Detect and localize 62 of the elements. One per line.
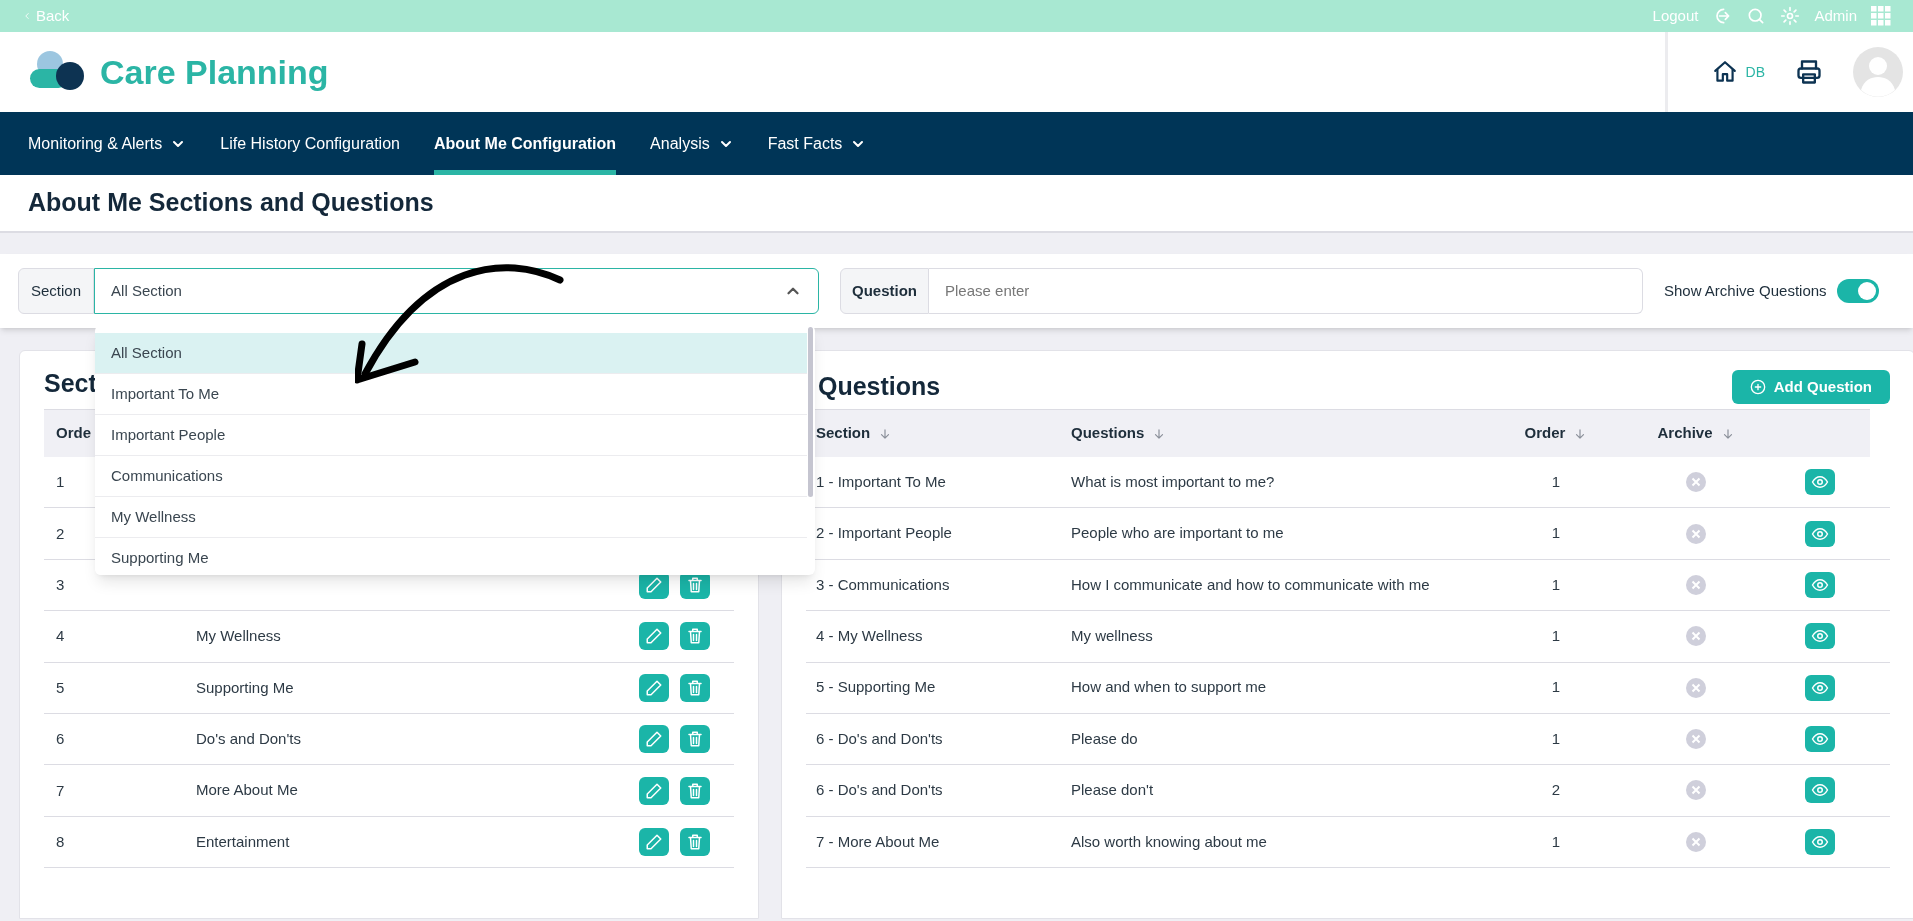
question-cell-text: How I communicate and how to communicate with me	[1071, 574, 1431, 595]
section-cell-text: 5 - Supporting Me	[816, 677, 937, 698]
section-cell-text: 7 - More About Me	[816, 831, 941, 852]
order-cell: 6	[56, 730, 65, 748]
order-cell: 2	[56, 524, 65, 542]
column-header: Order	[1524, 423, 1566, 444]
nav-tab[interactable]: Life History Configuration	[220, 112, 400, 175]
order-cell: 1	[56, 473, 65, 491]
section-cell-text: 3 - Communications	[816, 574, 951, 595]
order-cell-text: 1	[1551, 574, 1561, 595]
dropdown-option[interactable]: Important People	[95, 415, 807, 456]
column-header: Archive	[1657, 423, 1713, 444]
order-cell-text: 1	[1551, 471, 1561, 492]
question-cell-text: My wellness	[1071, 626, 1154, 647]
question-cell-text: Please do	[1071, 728, 1139, 749]
question-cell-text: Also worth knowing about me	[1071, 831, 1268, 852]
section-cell-text: 6 - Do's and Don'ts	[816, 780, 944, 801]
section-name-cell-text: Do's and Don'ts	[196, 728, 302, 749]
dropdown-option[interactable]: Communications	[95, 456, 807, 497]
order-cell-text: 1	[1551, 523, 1561, 544]
dropdown-option[interactable]: Supporting Me	[95, 538, 807, 575]
page-title: About Me Sections and Questions	[28, 187, 434, 219]
card-title: Sect	[44, 368, 97, 399]
section-name-cell-text: Supporting Me	[196, 677, 295, 698]
app-title: Care Planning	[100, 51, 329, 93]
column-header: Questions	[1071, 423, 1145, 444]
order-cell-text: 1	[1551, 831, 1561, 852]
order-cell: 4	[56, 627, 65, 645]
column-header: Section	[816, 423, 871, 444]
column-header: Orde	[56, 423, 91, 444]
section-select[interactable]: All Section	[94, 268, 819, 314]
dropdown-option[interactable]: Important To Me	[95, 374, 807, 415]
section-cell-text: 2 - Important People	[816, 523, 953, 544]
order-cell: 8	[56, 832, 65, 850]
order-cell: 5	[56, 678, 65, 696]
archive-toggle-label: Show Archive Questions	[1664, 280, 1827, 301]
order-cell-text: 1	[1551, 626, 1561, 647]
section-name-cell-text: My Wellness	[196, 626, 282, 647]
question-cell-text: Please don't	[1071, 780, 1155, 801]
question-cell-text: What is most important to me?	[1071, 471, 1276, 492]
section-cell-text: 4 - My Wellness	[816, 626, 924, 647]
card-title: Questions	[818, 371, 941, 403]
order-cell-text: 1	[1551, 728, 1561, 749]
order-cell-text: 1	[1551, 677, 1561, 698]
dropdown-option[interactable]: All Section	[95, 333, 807, 374]
nav-tab[interactable]: Analysis	[650, 112, 734, 175]
section-cell-text: 6 - Do's and Don'ts	[816, 728, 944, 749]
section-label: Section	[18, 268, 95, 314]
question-cell-text: People who are important to me	[1071, 523, 1285, 544]
section-name-cell-text: More About Me	[196, 780, 299, 801]
dropdown-option[interactable]: My Wellness	[95, 497, 807, 538]
order-cell: 7	[56, 781, 65, 799]
nav-tab[interactable]: Fast Facts	[767, 112, 867, 175]
order-cell-text: 2	[1551, 780, 1561, 801]
user-name: Admin	[1814, 5, 1857, 26]
section-name-cell-text: Entertainment	[196, 831, 291, 852]
section-cell-text: 1 - Important To Me	[816, 471, 947, 492]
nav-tab[interactable]: Monitoring & Alerts	[28, 112, 187, 175]
question-field[interactable]: Please enter	[929, 268, 1643, 314]
order-cell: 3	[56, 575, 65, 593]
question-cell-text: How and when to support me	[1071, 677, 1268, 698]
question-label: Question	[840, 268, 929, 314]
